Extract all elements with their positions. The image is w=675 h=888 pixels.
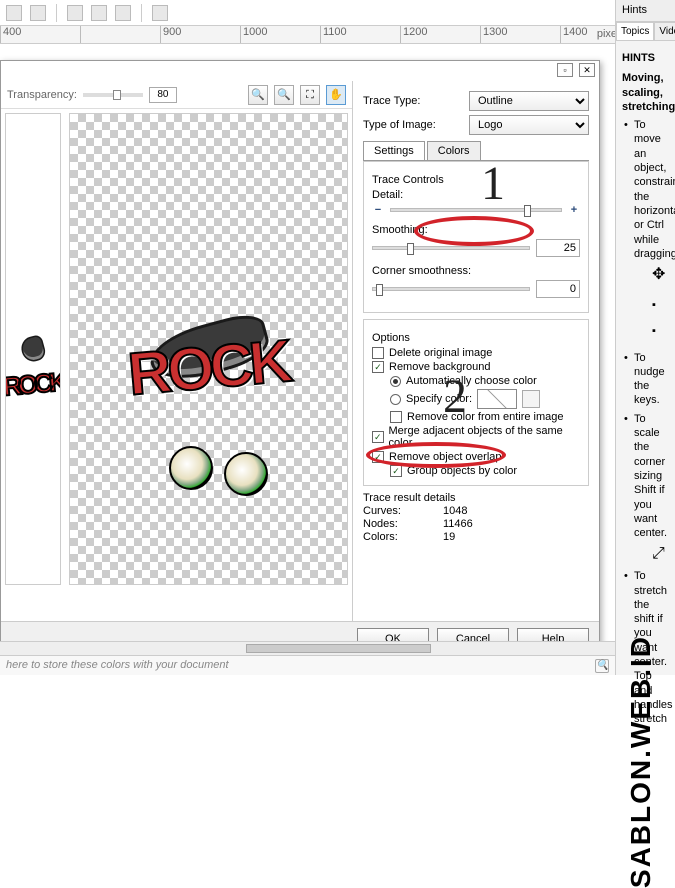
detail-minus-icon[interactable]: −	[372, 204, 384, 216]
ruler-tick: 1300	[480, 26, 560, 43]
auto-color-radio[interactable]	[390, 376, 401, 387]
corner-label: Corner smoothness:	[372, 265, 580, 277]
result-label: Trace result details	[363, 492, 589, 504]
tool-icon-6[interactable]	[152, 5, 168, 21]
pan-icon[interactable]: ✋	[326, 85, 346, 105]
tab-colors[interactable]: Colors	[427, 141, 481, 160]
hints-title: HINTS	[622, 51, 669, 65]
watermark: SABLON.WEB.ID	[625, 635, 657, 888]
close-button[interactable]: ✕	[579, 63, 595, 77]
minimize-button[interactable]: ▫	[557, 63, 573, 77]
scale-cursor-icon: ⤢	[652, 544, 669, 565]
colors-value: 19	[443, 531, 455, 543]
fit-icon[interactable]: ⛶	[300, 85, 320, 105]
smoothing-slider[interactable]	[372, 246, 530, 250]
ruler-tick	[80, 26, 160, 43]
preview-traced[interactable]: ROCK	[69, 113, 348, 585]
specify-color-label: Specify color:	[406, 393, 472, 405]
transparency-slider[interactable]	[83, 93, 143, 97]
hint-item: To nudge the keys.	[626, 351, 669, 408]
remove-entire-checkbox[interactable]	[390, 411, 402, 423]
horizontal-scrollbar[interactable]	[0, 641, 615, 655]
ruler-tick: 1000	[240, 26, 320, 43]
move-cursor-icon: ✥	[652, 265, 669, 286]
ruler-tick: 400	[0, 26, 80, 43]
ruler-tick: 1100	[320, 26, 400, 43]
tool-icon-4[interactable]	[91, 5, 107, 21]
tab-settings[interactable]: Settings	[363, 141, 425, 160]
smoothing-value[interactable]: 25	[536, 239, 580, 257]
color-swatch[interactable]	[477, 389, 517, 409]
image-type-select[interactable]: Logo	[469, 115, 589, 135]
trace-dialog: ▫ ✕ Transparency: 80 🔍 🔍 ⛶ ✋ ROCK	[0, 60, 600, 660]
nodes-label: Nodes:	[363, 518, 413, 530]
remove-overlap-checkbox[interactable]: ✓	[372, 451, 384, 463]
zoom-icon[interactable]: 🔍	[595, 659, 609, 673]
remove-overlap-label: Remove object overlap	[389, 451, 502, 463]
hint-item: To scale the corner sizing Shift if you …	[626, 412, 669, 541]
separator	[56, 4, 57, 22]
app-toolbar	[0, 0, 675, 26]
tool-icon-3[interactable]	[67, 5, 83, 21]
ruler-tick: 900	[160, 26, 240, 43]
transparency-value[interactable]: 80	[149, 87, 177, 103]
tool-icon-5[interactable]	[115, 5, 131, 21]
ruler-tick: 1200	[400, 26, 480, 43]
eyedropper-icon[interactable]	[522, 390, 540, 408]
hints-panel: Hints Topics Video HINTS Moving, scaling…	[615, 0, 675, 675]
detail-slider[interactable]	[390, 208, 562, 212]
image-type-label: Type of Image:	[363, 119, 463, 131]
horizontal-ruler: 400 900 1000 1100 1200 1300 1400 1500 pi…	[0, 26, 675, 44]
tab-topics[interactable]: Topics	[616, 22, 654, 40]
smoothing-label: Smoothing:	[372, 224, 580, 236]
options-label: Options	[372, 332, 580, 344]
tool-icon-2[interactable]	[30, 5, 46, 21]
zoom-in-icon[interactable]: 🔍	[248, 85, 268, 105]
status-hint: here to store these colors with your doc…	[6, 659, 229, 672]
preview-original[interactable]: ROCK	[5, 113, 61, 585]
auto-color-label: Automatically choose color	[406, 375, 537, 387]
tool-icon-1[interactable]	[6, 5, 22, 21]
nodes-value: 11466	[443, 518, 473, 530]
delete-original-checkbox[interactable]	[372, 347, 384, 359]
remove-bg-checkbox[interactable]: ✓	[372, 361, 384, 373]
tab-videos[interactable]: Video	[654, 22, 675, 40]
corner-slider[interactable]	[372, 287, 530, 291]
colors-label: Colors:	[363, 531, 413, 543]
curves-value: 1048	[443, 505, 467, 517]
status-bar: here to store these colors with your doc…	[0, 655, 615, 675]
hints-subtitle: Moving, scaling, stretching	[622, 72, 675, 113]
zoom-out-icon[interactable]: 🔍	[274, 85, 294, 105]
group-by-color-label: Group objects by color	[407, 465, 517, 477]
separator	[141, 4, 142, 22]
merge-label: Merge adjacent objects of the same color	[389, 425, 580, 449]
specify-color-radio[interactable]	[390, 394, 401, 405]
detail-label: Detail:	[372, 189, 580, 201]
trace-controls-label: Trace Controls	[372, 174, 580, 186]
trace-type-label: Trace Type:	[363, 95, 463, 107]
trace-type-select[interactable]: Outline	[469, 91, 589, 111]
remove-entire-label: Remove color from entire image	[407, 411, 564, 423]
remove-bg-label: Remove background	[389, 361, 491, 373]
hints-header: Hints	[616, 0, 675, 22]
group-by-color-checkbox[interactable]: ✓	[390, 465, 402, 477]
curves-label: Curves:	[363, 505, 413, 517]
transparency-label: Transparency:	[7, 89, 77, 101]
detail-plus-icon[interactable]: +	[568, 204, 580, 216]
merge-checkbox[interactable]: ✓	[372, 431, 384, 443]
hint-item: To move an object, constrain the horizon…	[626, 118, 669, 261]
corner-value[interactable]: 0	[536, 280, 580, 298]
delete-original-label: Delete original image	[389, 347, 492, 359]
